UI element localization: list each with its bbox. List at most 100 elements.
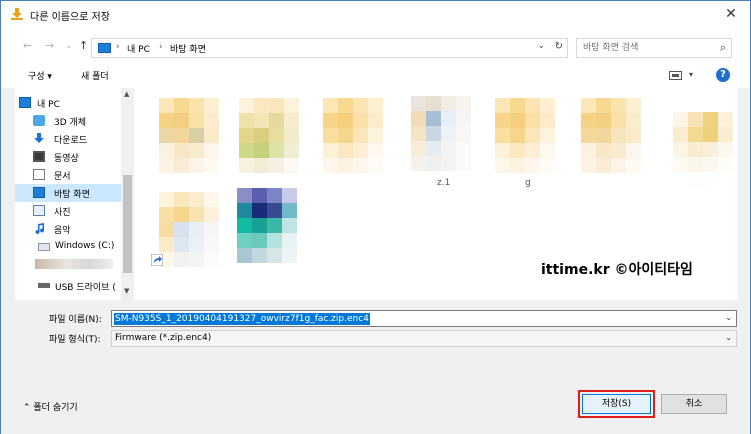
file-thumbnail[interactable] xyxy=(323,98,383,173)
music-icon xyxy=(35,223,44,234)
thumbnail-pixel xyxy=(368,128,383,143)
file-thumbnail[interactable] xyxy=(495,98,555,173)
sidebar-item-music[interactable]: 음악 xyxy=(15,220,121,238)
sidebar-item-blurred[interactable] xyxy=(15,256,121,274)
video-icon xyxy=(33,151,45,162)
shortcut-arrow-icon xyxy=(151,254,163,266)
sidebar-item-videos[interactable]: 동영상 xyxy=(15,148,121,166)
organize-button[interactable]: 구성 ▾ xyxy=(28,69,52,82)
thumbnail-pixel xyxy=(525,143,540,158)
sidebar-item-documents[interactable]: 문서 xyxy=(15,166,121,184)
breadcrumb-separator: › xyxy=(116,42,120,52)
thumbnail-pixel xyxy=(338,158,353,173)
thumbnail-pixel xyxy=(353,98,368,113)
sidebar-item-pictures[interactable]: 사진 xyxy=(15,202,121,220)
thumbnail-pixel xyxy=(204,128,219,143)
scroll-down-icon[interactable]: ▼ xyxy=(124,287,129,295)
view-dropdown-icon[interactable]: ▾ xyxy=(689,70,693,79)
search-input[interactable] xyxy=(583,41,703,55)
thumbnail-pixel xyxy=(456,141,471,156)
thumbnail-pixel xyxy=(174,98,189,113)
thumbnail-pixel xyxy=(353,158,368,173)
filetype-value[interactable]: Firmware (*.zip.enc4) xyxy=(115,333,211,343)
sidebar-item-my-pc[interactable]: 내 PC xyxy=(15,94,121,112)
watermark-text: ittime.kr ©아이티타임 xyxy=(541,262,693,278)
thumbnail-pixel xyxy=(237,218,252,233)
thumbnail-pixel xyxy=(540,158,555,173)
thumbnail-pixel xyxy=(237,203,252,218)
cancel-button[interactable]: 취소 xyxy=(661,394,727,414)
thumbnail-pixel xyxy=(703,142,718,157)
thumbnail-pixel xyxy=(441,111,456,126)
sidebar-item-desktop[interactable]: 바탕 화면 xyxy=(15,184,121,202)
thumbnail-pixel xyxy=(159,128,174,143)
thumbnail-pixel xyxy=(282,248,297,263)
address-bar[interactable]: › 내 PC › 바탕 화면 ⌄ ↻ xyxy=(91,38,568,58)
back-icon[interactable]: ← xyxy=(23,40,32,52)
file-thumbnail[interactable] xyxy=(159,98,219,173)
thumbnail-pixel xyxy=(596,143,611,158)
filename-value[interactable]: SM-N935S_1_20190404191327_owvirz7f1g_fac… xyxy=(114,313,370,325)
filename-dropdown-icon[interactable]: ⌄ xyxy=(725,313,732,322)
file-thumbnail[interactable] xyxy=(581,98,641,173)
close-icon[interactable]: ✕ xyxy=(722,5,740,23)
sidebar-item-usb[interactable]: USB 드라이브 ( xyxy=(15,277,121,295)
3d-objects-icon xyxy=(33,115,45,126)
thumbnail-pixel xyxy=(189,207,204,222)
thumbnail-pixel xyxy=(267,248,282,263)
thumbnail-pixel xyxy=(441,156,456,171)
address-dropdown-icon[interactable]: ⌄ xyxy=(537,41,545,51)
filetype-dropdown-icon[interactable]: ⌄ xyxy=(725,333,732,342)
thumbnail-pixel xyxy=(688,112,703,127)
thumbnail-pixel xyxy=(611,143,626,158)
scroll-thumb[interactable] xyxy=(123,175,132,273)
thumbnail-pixel xyxy=(159,98,174,113)
thumbnail-pixel xyxy=(174,207,189,222)
file-list[interactable]: z.1 g ittime.kr ©아이티타임 xyxy=(135,88,738,300)
file-thumbnail[interactable] xyxy=(237,188,297,263)
up-icon[interactable]: ↑ xyxy=(79,40,88,52)
thumbnail-pixel xyxy=(237,188,252,203)
scroll-up-icon[interactable]: ▲ xyxy=(124,90,129,98)
search-box[interactable]: ⌕ xyxy=(576,38,732,58)
file-thumbnail[interactable] xyxy=(159,192,219,267)
sidebar-item-label: 사진 xyxy=(54,208,71,218)
sidebar-item-windows-c[interactable]: Windows (C:) xyxy=(15,238,121,256)
navigation-scrollbar[interactable]: ▲ ▼ xyxy=(121,88,134,300)
filetype-select[interactable]: Firmware (*.zip.enc4) ⌄ xyxy=(111,330,737,347)
view-options-icon[interactable] xyxy=(669,71,682,80)
filename-input[interactable]: SM-N935S_1_20190404191327_owvirz7f1g_fac… xyxy=(111,310,737,327)
thumbnail-pixel xyxy=(626,158,641,173)
thumbnail-pixel xyxy=(673,112,688,127)
help-icon[interactable]: ? xyxy=(716,68,730,82)
thumbnail-pixel xyxy=(159,113,174,128)
command-bar: 구성 ▾ 새 폴더 ▾ ? xyxy=(1,64,750,88)
thumbnail-pixel xyxy=(495,98,510,113)
file-thumbnail[interactable] xyxy=(673,112,733,187)
file-thumbnail[interactable] xyxy=(411,96,471,171)
new-folder-button[interactable]: 새 폴더 xyxy=(81,69,109,82)
thumbnail-pixel xyxy=(237,233,252,248)
thumbnail-pixel xyxy=(254,158,269,173)
forward-icon[interactable]: → xyxy=(45,40,54,52)
sidebar-item-label: 문서 xyxy=(54,172,71,182)
sidebar-item-downloads[interactable]: 다운로드 xyxy=(15,130,121,148)
thumbnail-pixel xyxy=(269,113,284,128)
thumbnail-pixel xyxy=(269,158,284,173)
thumbnail-pixel xyxy=(204,98,219,113)
thumbnail-pixel xyxy=(338,143,353,158)
thumbnail-pixel xyxy=(441,96,456,111)
sidebar-item-3d-objects[interactable]: 3D 개체 xyxy=(15,112,121,130)
recent-locations-icon[interactable]: ⌄ xyxy=(65,40,73,52)
thumbnail-pixel xyxy=(456,126,471,141)
thumbnail-pixel xyxy=(495,158,510,173)
thumbnail-pixel xyxy=(510,128,525,143)
hide-folders-button[interactable]: ⌃ 폴더 숨기기 xyxy=(23,400,78,413)
refresh-icon[interactable]: ↻ xyxy=(555,41,563,52)
search-icon[interactable]: ⌕ xyxy=(720,41,726,55)
file-thumbnail[interactable] xyxy=(239,98,299,173)
breadcrumb-desktop[interactable]: 바탕 화면 xyxy=(170,42,206,55)
thumbnail-pixel xyxy=(718,142,733,157)
breadcrumb-my-pc[interactable]: 내 PC xyxy=(127,42,150,55)
thumbnail-pixel xyxy=(252,248,267,263)
